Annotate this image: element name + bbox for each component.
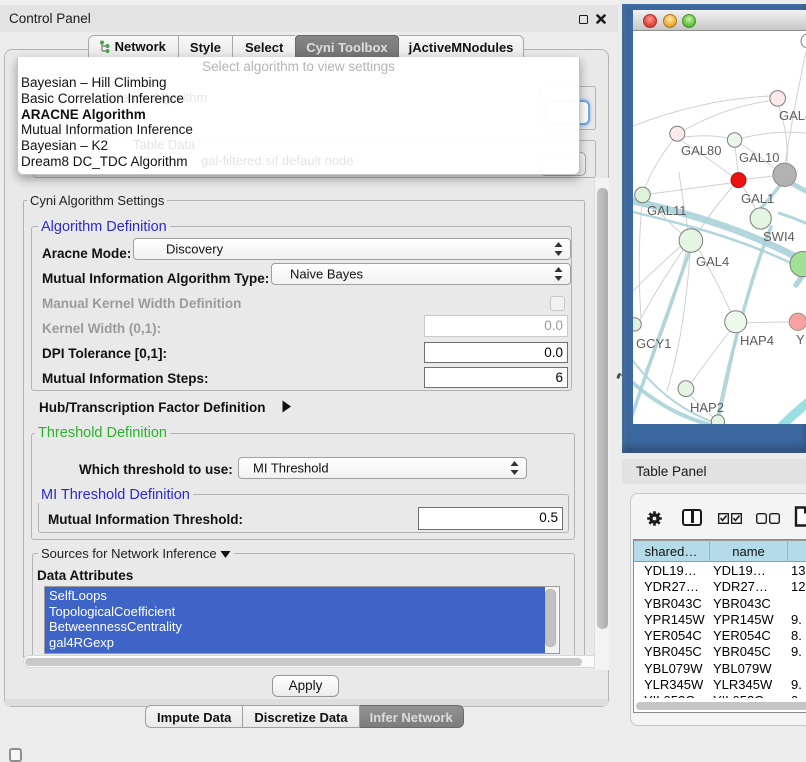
svg-text:HAP2: HAP2	[690, 400, 724, 415]
svg-text:Y: Y	[796, 332, 805, 347]
svg-text:GAL10: GAL10	[739, 150, 779, 165]
svg-text:SWI4: SWI4	[763, 229, 795, 244]
svg-text:GAL8: GAL8	[779, 108, 806, 123]
svg-text:GAL11: GAL11	[647, 203, 687, 218]
svg-text:GAL80: GAL80	[681, 143, 721, 158]
svg-text:GAL1: GAL1	[741, 191, 774, 206]
svg-text:HAP4: HAP4	[740, 333, 774, 348]
svg-text:GAL4: GAL4	[696, 254, 729, 269]
svg-text:GCY1: GCY1	[636, 336, 671, 351]
